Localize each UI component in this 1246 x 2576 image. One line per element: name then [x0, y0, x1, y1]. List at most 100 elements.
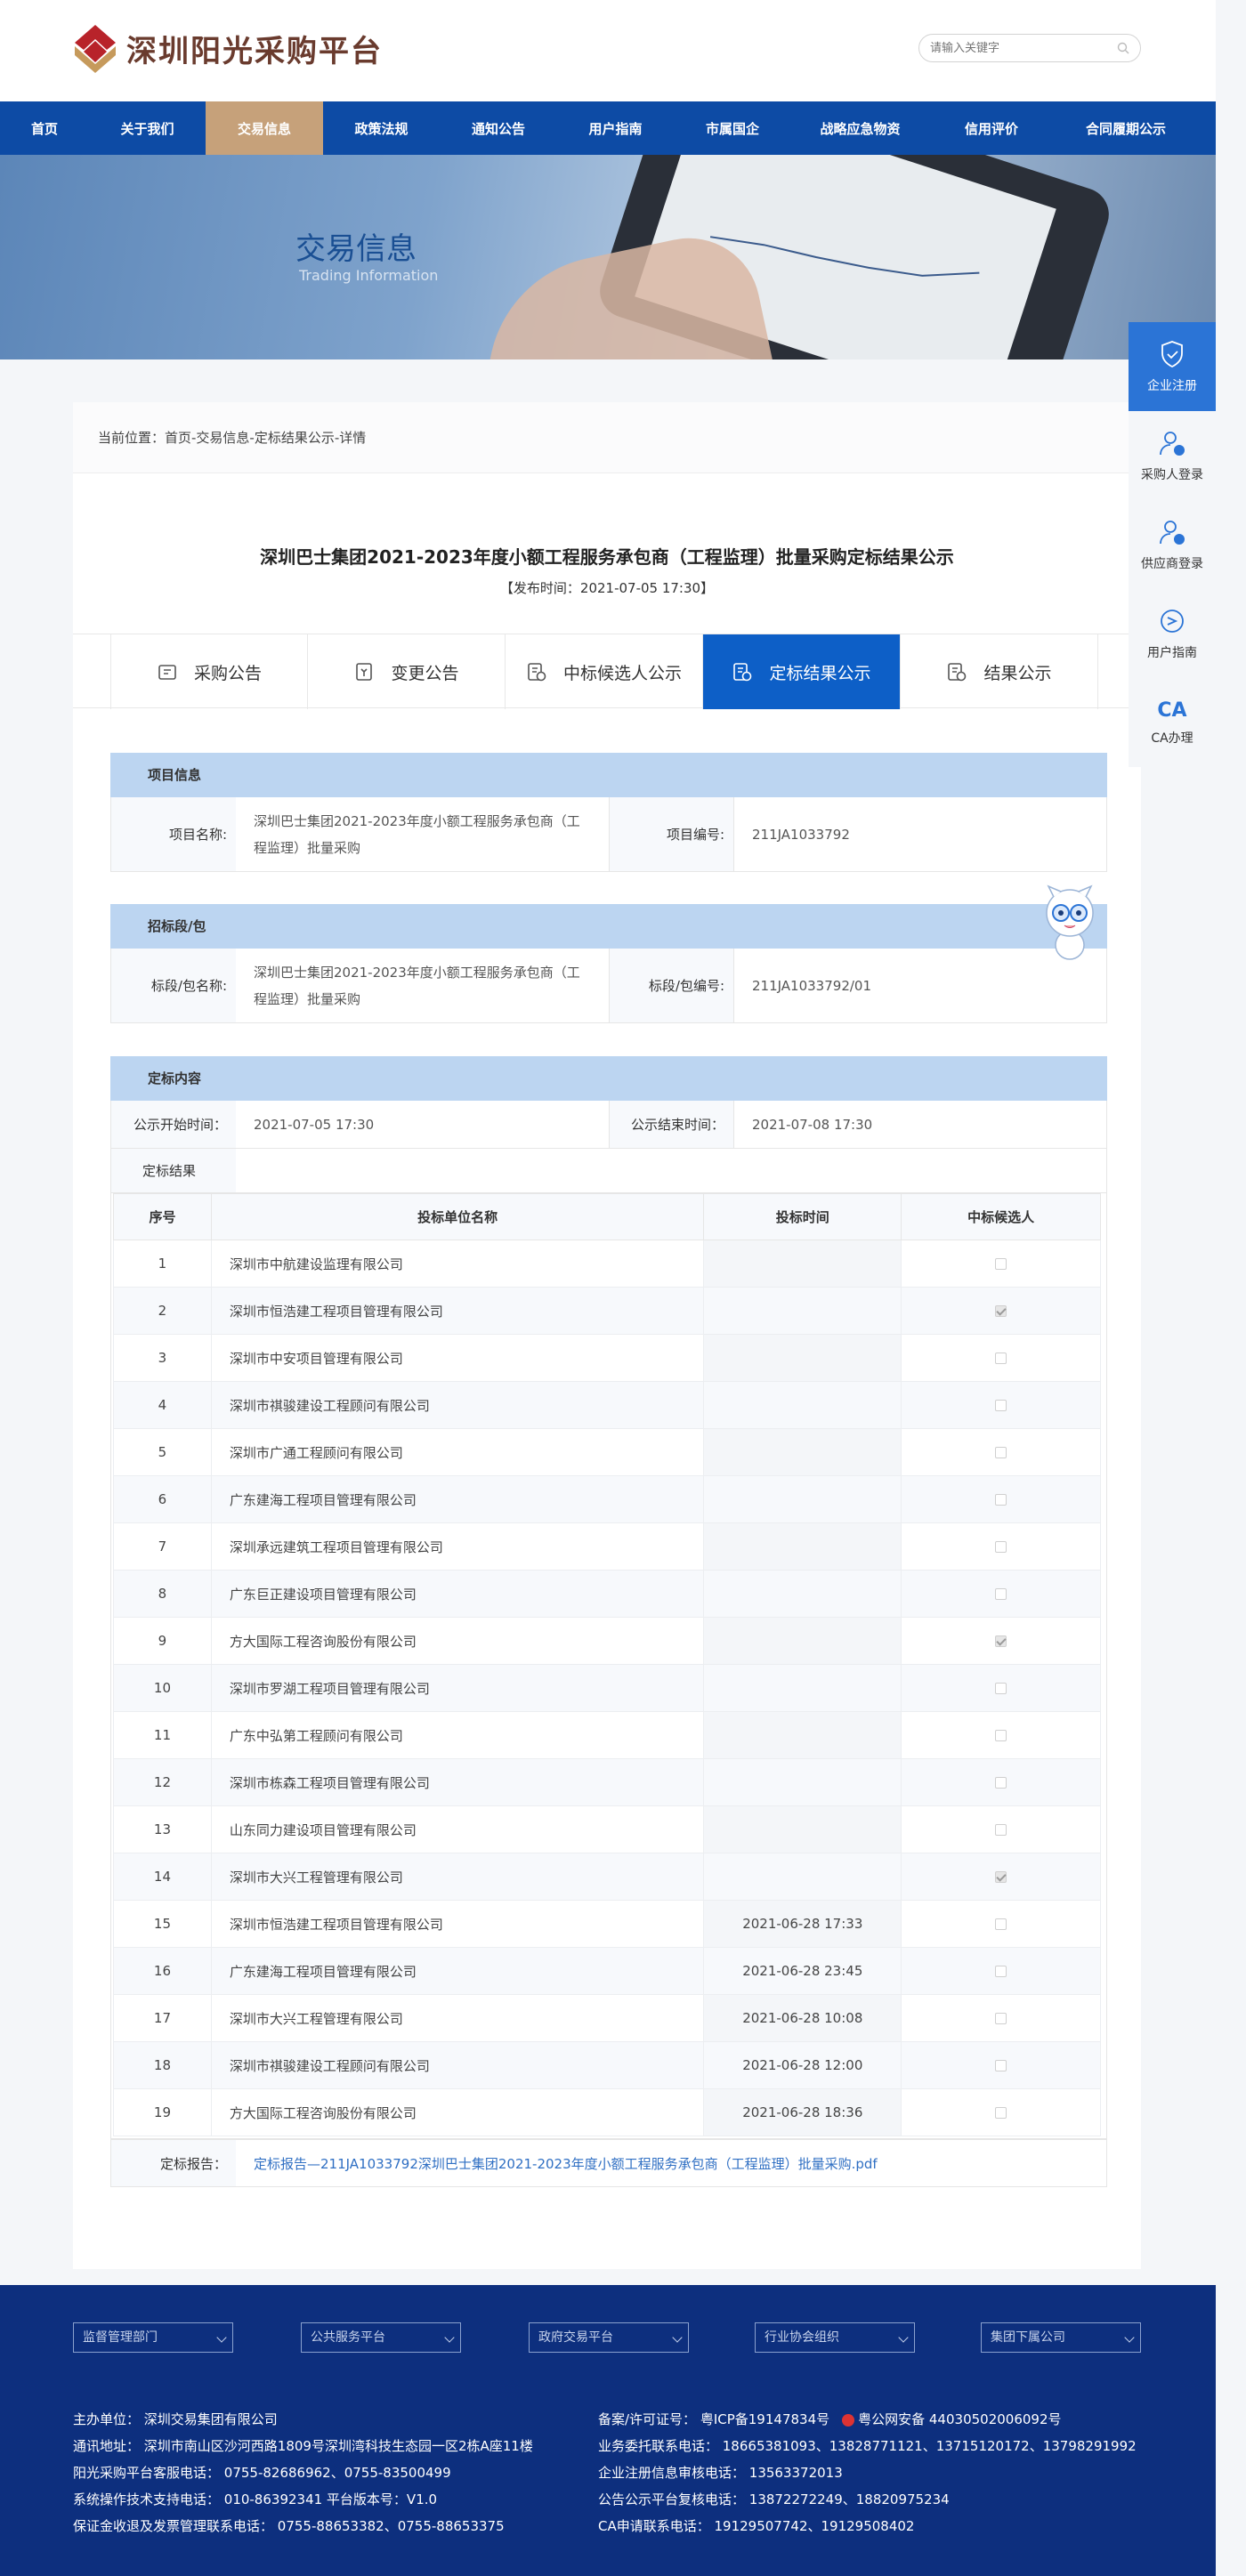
- footer-line: CA申请联系电话： 19129507742、19129508402: [598, 2518, 915, 2534]
- nav-item-emergency[interactable]: 战略应急物资: [791, 101, 929, 155]
- candidate-checkbox[interactable]: [995, 1400, 1007, 1411]
- table-row: 4 深圳市祺骏建设工程顾问有限公司: [113, 1381, 1101, 1429]
- award-result-row: 定标结果: [110, 1149, 1107, 1193]
- section-code-label: 标段/包编号:: [610, 949, 734, 1022]
- bid-no: 1: [113, 1240, 212, 1288]
- bid-time: [703, 1711, 902, 1759]
- logo-mark-icon: [73, 23, 117, 73]
- sidebar-item-supplier-login[interactable]: 供应商登录: [1129, 500, 1216, 589]
- nav-item-soe[interactable]: 市属国企: [674, 101, 791, 155]
- footer-line: 业务委托联系电话： 18665381093、13828771121、137151…: [598, 2438, 1137, 2454]
- candidate-checkbox[interactable]: [995, 1588, 1007, 1600]
- table-row: 19 方大国际工程咨询股份有限公司 2021-06-28 18:36: [113, 2088, 1101, 2136]
- bid-table: 序号 投标单位名称 投标时间 中标候选人 1 深圳市中航建设监理有限公司 2 深圳市恒…: [113, 1193, 1101, 2136]
- sidebar-item-ca[interactable]: CA CA办理: [1129, 678, 1216, 767]
- candidate-checkbox[interactable]: [995, 2060, 1007, 2071]
- table-row: 12 深圳市栋森工程项目管理有限公司: [113, 1758, 1101, 1806]
- project-info-row: 项目名称: 深圳巴士集团2021-2023年度小额工程服务承包商（工程监理）批量…: [110, 797, 1107, 872]
- tab-label: 结果公示: [983, 663, 1052, 683]
- candidate-checkbox[interactable]: [995, 1777, 1007, 1789]
- candidate-checkbox[interactable]: [995, 1447, 1007, 1458]
- bid-time: [703, 1240, 902, 1288]
- bid-candidate-cell: [901, 1570, 1101, 1618]
- candidate-checkbox[interactable]: [995, 1683, 1007, 1694]
- candidate-checkbox[interactable]: [995, 2107, 1007, 2119]
- award-report-row: 定标报告： 定标报告—211JA1033792深圳巴士集团2021-2023年度…: [110, 2139, 1107, 2187]
- start-time-value: 2021-07-05 17:30: [236, 1101, 610, 1148]
- search-icon[interactable]: [1117, 42, 1129, 54]
- footer-select-subsidiaries[interactable]: 集团下属公司: [981, 2322, 1141, 2353]
- table-row: 3 深圳市中安项目管理有限公司: [113, 1334, 1101, 1382]
- candidate-checkbox[interactable]: [995, 1871, 1007, 1883]
- bid-no: 8: [113, 1570, 212, 1618]
- candidate-checkbox[interactable]: [995, 1541, 1007, 1553]
- footer-select-association[interactable]: 行业协会组织: [755, 2322, 915, 2353]
- bid-candidate-cell: [901, 1522, 1101, 1571]
- candidate-checkbox[interactable]: [995, 1635, 1007, 1647]
- bid-time: [703, 1428, 902, 1476]
- nav-item-credit[interactable]: 信用评价: [929, 101, 1054, 155]
- candidate-checkbox[interactable]: [995, 1966, 1007, 1977]
- bid-company: 深圳市祺骏建设工程顾问有限公司: [210, 1381, 705, 1429]
- candidate-checkbox[interactable]: [995, 1730, 1007, 1741]
- bid-company: 深圳市祺骏建设工程顾问有限公司: [210, 2041, 705, 2089]
- candidate-icon: [528, 663, 546, 682]
- bid-no: 13: [113, 1805, 212, 1853]
- tab-announcement[interactable]: 采购公告: [110, 634, 308, 709]
- footer-select-supervision[interactable]: 监督管理部门: [73, 2322, 233, 2353]
- result-icon: [733, 663, 752, 682]
- select-value: 政府交易平台: [538, 2330, 613, 2345]
- bid-time: 2021-06-28 17:33: [703, 1900, 902, 1948]
- chevron-down-icon: [444, 2332, 455, 2343]
- bid-candidate-cell: [901, 2041, 1101, 2089]
- final-result-icon: [948, 663, 967, 682]
- police-record-text[interactable]: 粤公网安备 44030502006092号: [858, 2411, 1061, 2427]
- search-box[interactable]: [918, 34, 1141, 62]
- bid-candidate-cell: [901, 1381, 1101, 1429]
- candidate-checkbox[interactable]: [995, 1258, 1007, 1270]
- bid-time: 2021-06-28 10:08: [703, 1994, 902, 2042]
- footer-contact-left: 主办单位： 深圳交易集团有限公司 通讯地址： 深圳市南山区沙河西路1809号深圳…: [73, 2406, 533, 2540]
- footer-line: 公告公示平台复核电话： 13872272249、18820975234: [598, 2491, 950, 2507]
- candidate-checkbox[interactable]: [995, 1824, 1007, 1836]
- footer-select-government[interactable]: 政府交易平台: [529, 2322, 689, 2353]
- bid-company: 广东建海工程项目管理有限公司: [210, 1475, 705, 1523]
- mascot-icon[interactable]: [1040, 883, 1100, 963]
- sidebar-item-user-guide[interactable]: 用户指南: [1129, 589, 1216, 678]
- candidate-checkbox[interactable]: [995, 1918, 1007, 1930]
- nav-item-home[interactable]: 首页: [0, 101, 89, 155]
- candidate-checkbox[interactable]: [995, 1305, 1007, 1317]
- sidebar-item-enterprise-register[interactable]: 企业注册: [1129, 322, 1216, 411]
- tab-award-result[interactable]: 定标结果公示: [703, 634, 901, 709]
- logo[interactable]: 深圳阳光采购平台: [73, 23, 383, 73]
- bid-time: 2021-06-28 23:45: [703, 1947, 902, 1995]
- tab-change[interactable]: 变更公告: [308, 634, 506, 709]
- sidebar-item-purchaser-login[interactable]: 采购人登录: [1129, 411, 1216, 500]
- nav-item-contract[interactable]: 合同履期公示: [1054, 101, 1198, 155]
- nav-item-notice[interactable]: 通知公告: [440, 101, 557, 155]
- icp-text[interactable]: 备案/许可证号： 粤ICP备19147834号: [598, 2411, 829, 2427]
- bid-no: 12: [113, 1758, 212, 1806]
- nav-item-trading[interactable]: 交易信息: [206, 101, 323, 155]
- bid-no: 7: [113, 1522, 212, 1571]
- footer-select-public-service[interactable]: 公共服务平台: [301, 2322, 461, 2353]
- tab-final-result[interactable]: 结果公示: [901, 634, 1098, 709]
- report-link[interactable]: 定标报告—211JA1033792深圳巴士集团2021-2023年度小额工程服务…: [236, 2140, 878, 2186]
- bid-company: 深圳市恒浩建工程项目管理有限公司: [210, 1900, 705, 1948]
- table-row: 13 山东同力建设项目管理有限公司: [113, 1805, 1101, 1853]
- award-result-label: 定标结果: [111, 1149, 236, 1192]
- footer-contact-right: 备案/许可证号： 粤ICP备19147834号 粤公网安备 44030502006…: [598, 2406, 1137, 2540]
- main-nav: 首页 关于我们 交易信息 政策法规 通知公告 用户指南 市属国企 战略应急物资 …: [0, 101, 1216, 155]
- nav-item-about[interactable]: 关于我们: [89, 101, 206, 155]
- bid-time: [703, 1805, 902, 1853]
- tab-candidate[interactable]: 中标候选人公示: [506, 634, 703, 709]
- search-input[interactable]: [930, 35, 1108, 61]
- nav-item-policy[interactable]: 政策法规: [323, 101, 440, 155]
- nav-item-guide[interactable]: 用户指南: [557, 101, 674, 155]
- start-time-label: 公示开始时间：: [111, 1101, 236, 1148]
- candidate-checkbox[interactable]: [995, 1494, 1007, 1506]
- bid-candidate-cell: [901, 1287, 1101, 1335]
- breadcrumb: 当前位置：首页-交易信息-定标结果公示-详情: [73, 402, 1141, 473]
- candidate-checkbox[interactable]: [995, 1353, 1007, 1364]
- candidate-checkbox[interactable]: [995, 2013, 1007, 2024]
